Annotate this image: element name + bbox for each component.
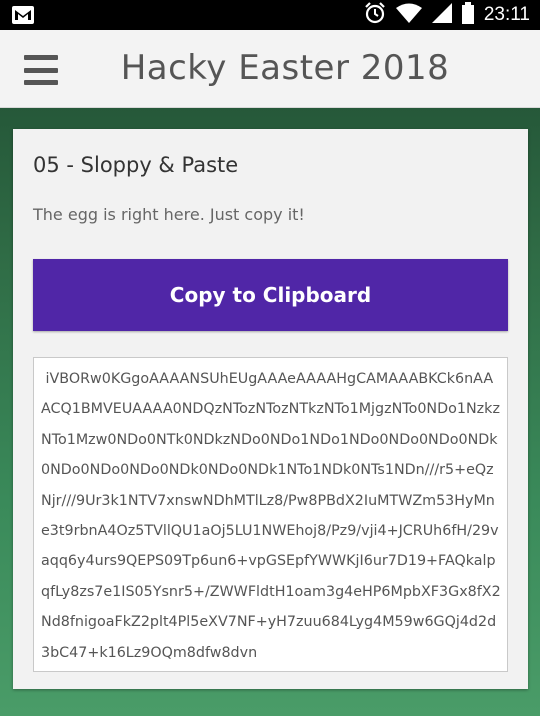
status-icons: 23:11 — [364, 0, 530, 30]
battery-icon — [461, 1, 474, 29]
alarm-icon — [364, 1, 386, 29]
status-clock: 23:11 — [483, 4, 530, 25]
app-title: Hacky Easter 2018 — [120, 48, 450, 88]
signal-icon — [431, 2, 452, 28]
challenge-card: 05 - Sloppy & Paste The egg is right her… — [13, 129, 528, 689]
copy-to-clipboard-button[interactable]: Copy to Clipboard — [33, 259, 508, 331]
egg-text-box[interactable]: iVBORw0KGgoAAAANSUhEUgAAAeAAAAHgCAMAAABK… — [33, 357, 508, 672]
wifi-icon — [395, 3, 422, 28]
gmail-icon — [12, 6, 34, 29]
challenge-description: The egg is right here. Just copy it! — [33, 205, 305, 224]
challenge-title: 05 - Sloppy & Paste — [33, 153, 239, 177]
app-bar: Hacky Easter 2018 — [0, 30, 540, 108]
status-bar: 23:11 — [0, 0, 540, 30]
